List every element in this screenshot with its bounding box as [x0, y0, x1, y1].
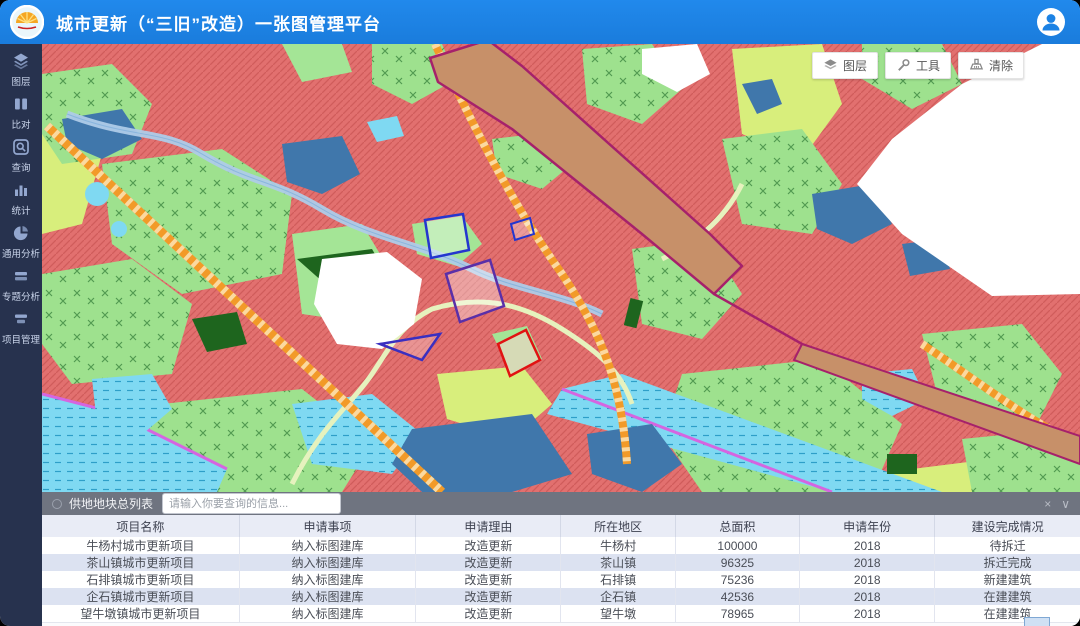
cell-district: 牛杨村 — [561, 537, 675, 554]
table-row[interactable]: 石排镇城市更新项目 纳入标图建库 改造更新 石排镇 75236 2018 新建建… — [42, 571, 1080, 588]
app-logo-icon — [10, 5, 44, 39]
layers-icon — [823, 58, 838, 73]
cell-application-reason: 改造更新 — [416, 605, 561, 622]
layers-icon — [12, 52, 30, 70]
landuse-map — [42, 44, 1080, 492]
cell-application-reason: 改造更新 — [416, 554, 561, 571]
pie-chart-icon — [12, 224, 30, 242]
cell-application-reason: 改造更新 — [416, 571, 561, 588]
cell-application-year: 2018 — [800, 588, 935, 605]
panel-title: 供地地块总列表 — [69, 495, 153, 512]
table-row[interactable]: 企石镇城市更新项目 纳入标图建库 改造更新 企石镇 42536 2018 在建建… — [42, 588, 1080, 605]
sidebar-item-query[interactable]: 查询 — [0, 138, 42, 174]
cell-total-area: 42536 — [675, 588, 800, 605]
cell-project-name: 望牛墩镇城市更新项目 — [42, 605, 239, 622]
cell-application-item: 纳入标图建库 — [239, 537, 415, 554]
brush-icon — [969, 58, 984, 73]
cell-completion-status: 拆迁完成 — [935, 554, 1080, 571]
cell-district: 石排镇 — [561, 571, 675, 588]
sidebar-item-statistics[interactable]: 统计 — [0, 181, 42, 217]
cell-district: 茶山镇 — [561, 554, 675, 571]
cell-application-item: 纳入标图建库 — [239, 605, 415, 622]
table-clipped-row — [42, 622, 1080, 626]
sidebar-label: 通用分析 — [2, 245, 40, 259]
map-layers-button[interactable]: 图层 — [812, 52, 878, 79]
cell-application-reason: 改造更新 — [416, 537, 561, 554]
sidebar-label: 统计 — [12, 202, 31, 216]
wrench-icon — [896, 58, 911, 73]
left-sidebar: 图层 比对 查询 统计 通用分析 专题分析 项目管理 — [0, 44, 42, 626]
table-row[interactable]: 牛杨村城市更新项目 纳入标图建库 改造更新 牛杨村 100000 2018 待拆… — [42, 537, 1080, 554]
map-tools-button[interactable]: 工具 — [885, 52, 951, 79]
cell-district: 企石镇 — [561, 588, 675, 605]
cell-application-year: 2018 — [800, 571, 935, 588]
app-window: 城市更新（“三旧”改造）一张图管理平台 图层 比对 查询 统计 通用分析 — [0, 0, 1080, 626]
cell-completion-status: 待拆迁 — [935, 537, 1080, 554]
sidebar-item-thematic-analysis[interactable]: 专题分析 — [0, 267, 42, 303]
cell-completion-status: 新建建筑 — [935, 571, 1080, 588]
panel-close-icon[interactable]: × — [1044, 498, 1051, 510]
bar-chart-icon — [12, 181, 30, 199]
col-application-year: 申请年份 — [800, 515, 935, 537]
cell-project-name: 牛杨村城市更新项目 — [42, 537, 239, 554]
cell-application-year: 2018 — [800, 554, 935, 571]
cell-application-year: 2018 — [800, 605, 935, 622]
sidebar-label: 项目管理 — [2, 331, 40, 345]
col-application-item: 申请事项 — [239, 515, 415, 537]
sidebar-item-compare[interactable]: 比对 — [0, 95, 42, 131]
cell-project-name: 茶山镇城市更新项目 — [42, 554, 239, 571]
col-application-reason: 申请理由 — [416, 515, 561, 537]
cell-application-year: 2018 — [800, 537, 935, 554]
cell-application-item: 纳入标图建库 — [239, 554, 415, 571]
cell-total-area: 100000 — [675, 537, 800, 554]
user-avatar-icon[interactable] — [1036, 7, 1066, 37]
sidebar-item-general-analysis[interactable]: 通用分析 — [0, 224, 42, 260]
cell-total-area: 78965 — [675, 605, 800, 622]
cell-application-item: 纳入标图建库 — [239, 571, 415, 588]
plots-panel-header: 供地地块总列表 × ∨ — [42, 492, 1080, 515]
panel-toggle-icon[interactable] — [52, 499, 62, 509]
cell-application-item: 纳入标图建库 — [239, 588, 415, 605]
page-title: 城市更新（“三旧”改造）一张图管理平台 — [56, 10, 381, 35]
map-toolbar: 图层 工具 清除 — [812, 52, 1024, 79]
cell-completion-status: 在建建筑 — [935, 605, 1080, 622]
col-completion-status: 建设完成情况 — [935, 515, 1080, 537]
top-header: 城市更新（“三旧”改造）一张图管理平台 — [0, 0, 1080, 44]
cell-project-name: 石排镇城市更新项目 — [42, 571, 239, 588]
col-project-name: 项目名称 — [42, 515, 239, 537]
map-clear-button[interactable]: 清除 — [958, 52, 1024, 79]
table-row[interactable]: 望牛墩镇城市更新项目 纳入标图建库 改造更新 望牛墩 78965 2018 在建… — [42, 605, 1080, 622]
compare-icon — [12, 95, 30, 113]
sidebar-label: 专题分析 — [2, 288, 40, 302]
cell-district: 望牛墩 — [561, 605, 675, 622]
col-total-area: 总面积 — [675, 515, 800, 537]
col-district: 所在地区 — [561, 515, 675, 537]
highlight-parcel-blue-1[interactable] — [425, 214, 469, 258]
search-icon — [12, 138, 30, 156]
sidebar-label: 比对 — [12, 116, 31, 130]
list-icon — [12, 267, 30, 285]
table-row[interactable]: 茶山镇城市更新项目 纳入标图建库 改造更新 茶山镇 96325 2018 拆迁完… — [42, 554, 1080, 571]
panel-collapse-icon[interactable]: ∨ — [1061, 498, 1070, 510]
sidebar-label: 查询 — [12, 159, 31, 173]
plots-panel: 供地地块总列表 × ∨ 项目名称 申请事项 申请理由 所在地区 总面积 申请年份… — [42, 492, 1080, 626]
plot-search-input[interactable] — [162, 493, 341, 514]
table-header-row: 项目名称 申请事项 申请理由 所在地区 总面积 申请年份 建设完成情况 — [42, 515, 1080, 537]
tasks-icon — [12, 310, 30, 328]
map-btn-label: 工具 — [916, 57, 940, 74]
sidebar-item-layers[interactable]: 图层 — [0, 52, 42, 88]
map-btn-label: 图层 — [843, 57, 867, 74]
cell-total-area: 96325 — [675, 554, 800, 571]
cell-application-reason: 改造更新 — [416, 588, 561, 605]
map-canvas[interactable]: 图层 工具 清除 — [42, 44, 1080, 492]
cell-completion-status: 在建建筑 — [935, 588, 1080, 605]
sidebar-label: 图层 — [12, 73, 31, 87]
sidebar-item-project-management[interactable]: 项目管理 — [0, 310, 42, 346]
pagination-fragment[interactable] — [1024, 617, 1050, 626]
map-btn-label: 清除 — [989, 57, 1013, 74]
plots-table: 项目名称 申请事项 申请理由 所在地区 总面积 申请年份 建设完成情况 牛杨村城… — [42, 515, 1080, 622]
cell-project-name: 企石镇城市更新项目 — [42, 588, 239, 605]
cell-total-area: 75236 — [675, 571, 800, 588]
